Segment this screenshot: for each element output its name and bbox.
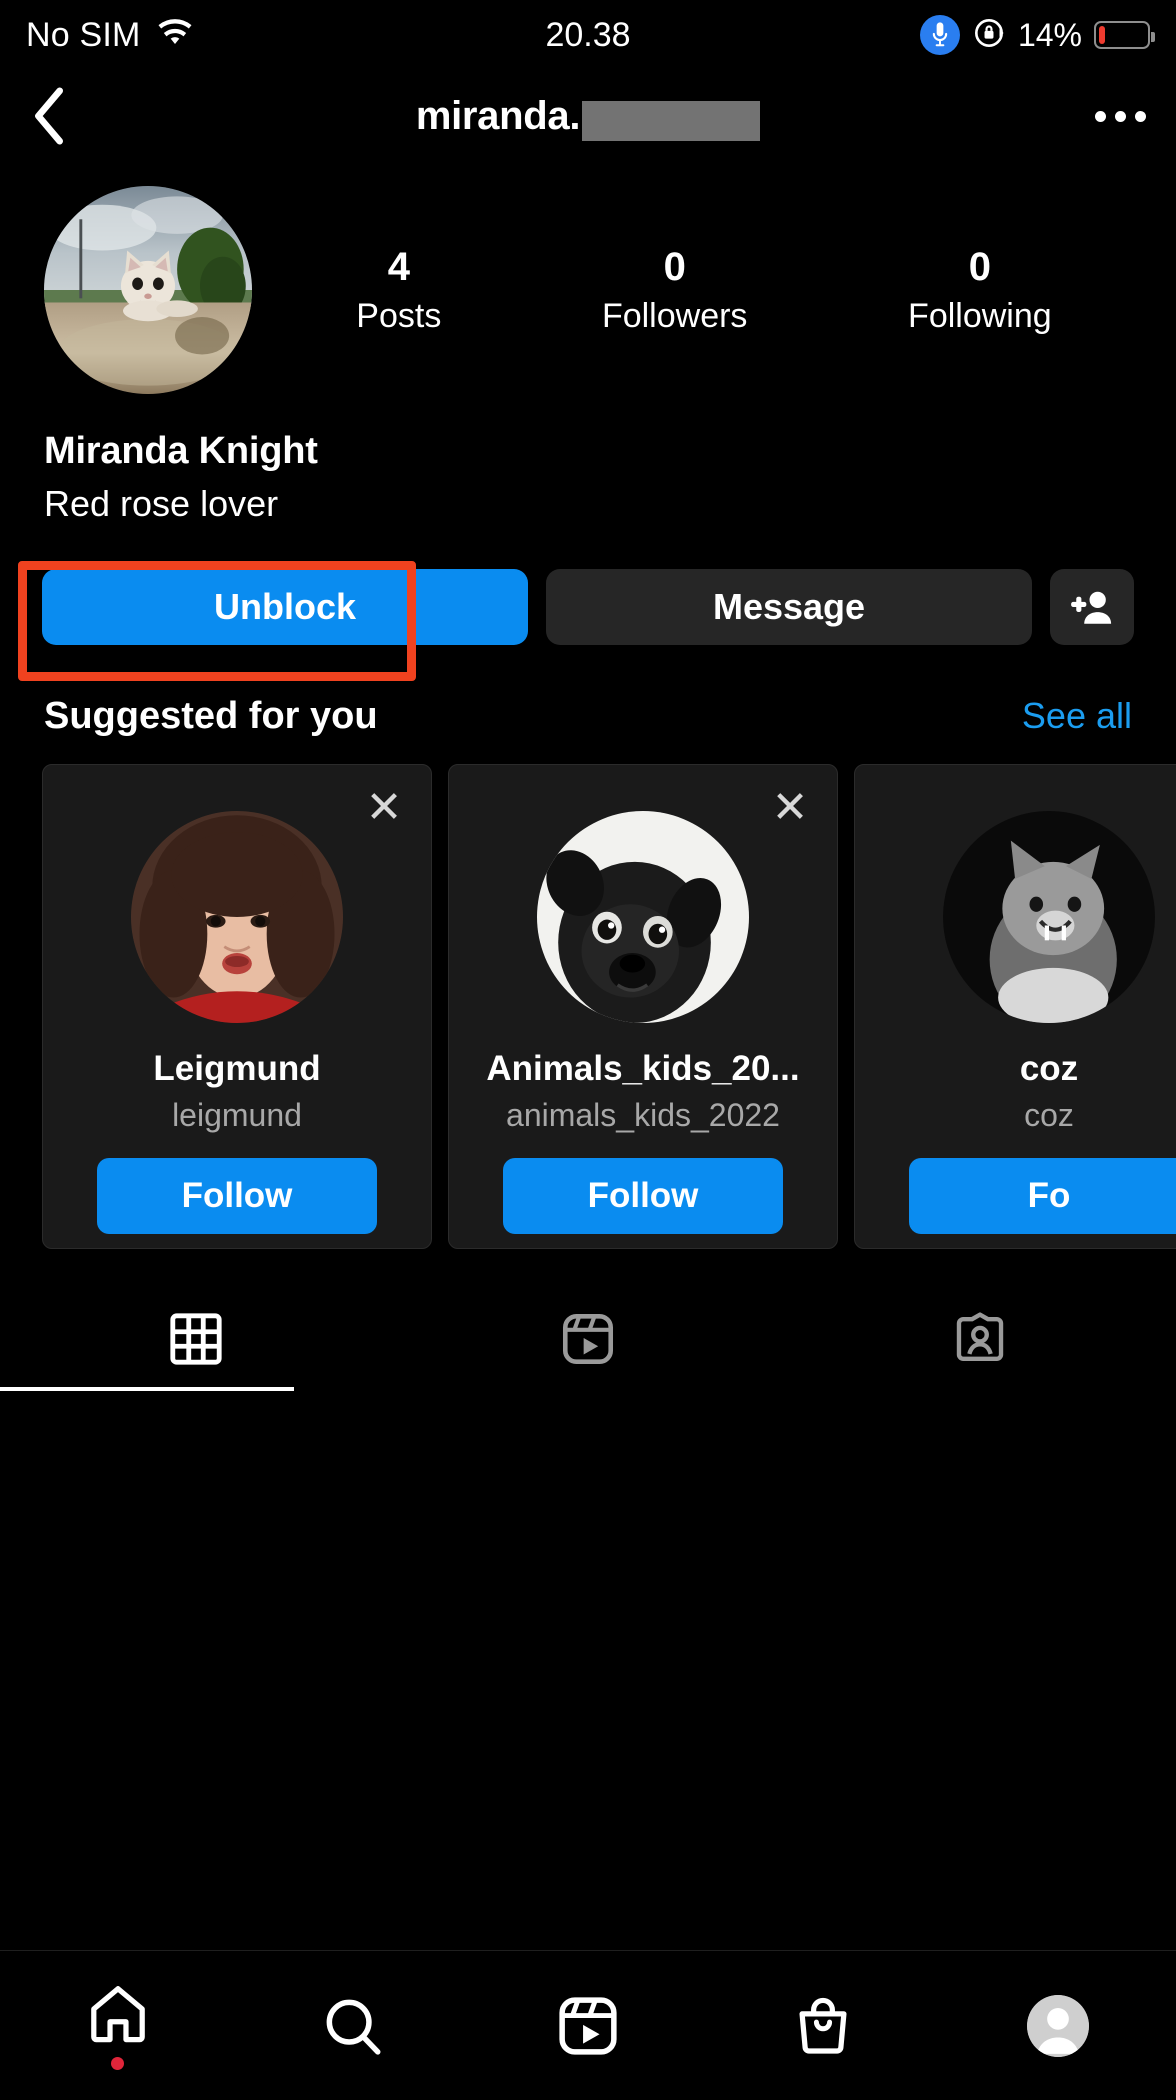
nav-shop[interactable] (706, 1993, 941, 2059)
avatar[interactable] (131, 811, 343, 1023)
message-button[interactable]: Message (546, 569, 1032, 645)
suggested-carousel[interactable]: ✕ Leigmund leigmund Follow ✕ Animals_kid… (0, 738, 1176, 1249)
avatar[interactable] (44, 186, 252, 394)
close-icon[interactable]: ✕ (363, 786, 405, 830)
profile-username: miranda. (415, 93, 581, 138)
suggested-name: Leigmund (153, 1049, 321, 1088)
status-bar-right: 14% (919, 15, 1155, 55)
tab-grid[interactable] (0, 1291, 392, 1387)
back-button[interactable] (30, 87, 86, 145)
posts-label: Posts (356, 297, 442, 336)
active-tab-underline (0, 1387, 294, 1391)
suggested-title: Suggested for you (44, 695, 378, 737)
avatar[interactable] (943, 811, 1155, 1023)
redacted-username-block (582, 100, 761, 141)
active-tab-underline-row (0, 1387, 1176, 1391)
tab-tagged[interactable] (784, 1291, 1176, 1387)
status-bar-left: No SIM (26, 16, 195, 55)
follow-button[interactable]: Fo (909, 1158, 1176, 1234)
posts-count: 4 (387, 244, 410, 289)
follow-button[interactable]: Follow (503, 1158, 783, 1234)
followers-count: 0 (663, 244, 686, 289)
nav-bar: miranda. (0, 70, 1176, 162)
nav-home[interactable] (0, 1981, 235, 2070)
unblock-button[interactable]: Unblock (42, 569, 528, 645)
suggested-handle: leigmund (172, 1097, 302, 1133)
profile-stats: 4 Posts 0 Followers 0 Following (252, 244, 1132, 336)
suggested-header: Suggested for you See all (0, 645, 1176, 738)
see-all-link[interactable]: See all (1022, 695, 1132, 737)
rotation-lock-icon (972, 16, 1006, 55)
suggested-name: coz (1019, 1049, 1079, 1088)
suggested-name: Animals_kids_20... (486, 1049, 800, 1088)
list-item[interactable]: ✕ Animals_kids_20... animals_kids_2022 F… (448, 764, 838, 1249)
home-notification-badge (111, 2057, 125, 2070)
bottom-navigation-bar (0, 1950, 1176, 2100)
stat-posts[interactable]: 4 Posts (356, 244, 441, 336)
avatar[interactable] (537, 811, 749, 1023)
microphone-icon (919, 15, 960, 55)
bio-text: Red rose lover (44, 483, 279, 524)
profile-tab-bar (0, 1291, 1176, 1387)
nav-search[interactable] (235, 1993, 470, 2059)
profile-action-row: Unblock Message (0, 525, 1176, 681)
carrier-label: No SIM (26, 15, 141, 54)
follow-button[interactable]: Follow (97, 1158, 377, 1234)
stat-followers[interactable]: 0 Followers (602, 244, 747, 336)
following-count: 0 (968, 244, 991, 289)
battery-icon (1094, 21, 1155, 49)
suggested-handle: animals_kids_2022 (506, 1097, 780, 1133)
page-title: miranda. (0, 93, 1176, 141)
more-options-icon[interactable] (1095, 110, 1146, 122)
stat-following[interactable]: 0 Following (908, 244, 1052, 336)
profile-avatar-icon (1027, 1994, 1090, 2057)
tab-reels[interactable] (392, 1291, 784, 1387)
profile-bio-block: Miranda Knight Red rose lover (0, 394, 1176, 525)
nav-reels[interactable] (470, 1993, 705, 2059)
following-label: Following (908, 297, 1052, 336)
followers-label: Followers (601, 297, 748, 336)
display-name: Miranda Knight (44, 430, 318, 472)
close-icon[interactable]: ✕ (769, 786, 811, 830)
nav-profile[interactable] (941, 1994, 1176, 2057)
list-item[interactable]: ✕ Leigmund leigmund Follow (42, 764, 432, 1249)
suggested-handle: coz (1024, 1097, 1074, 1133)
status-bar: No SIM 20.38 14% (0, 0, 1176, 70)
instagram-profile-screen: No SIM 20.38 14% miranda. 4 Posts 0 Foll… (0, 0, 1176, 2100)
battery-percent-label: 14% (1017, 16, 1082, 53)
add-person-button[interactable] (1050, 569, 1134, 645)
list-item[interactable]: ✕ coz coz Fo (854, 764, 1176, 1249)
profile-header: 4 Posts 0 Followers 0 Following (0, 162, 1176, 394)
wifi-icon (155, 18, 195, 53)
